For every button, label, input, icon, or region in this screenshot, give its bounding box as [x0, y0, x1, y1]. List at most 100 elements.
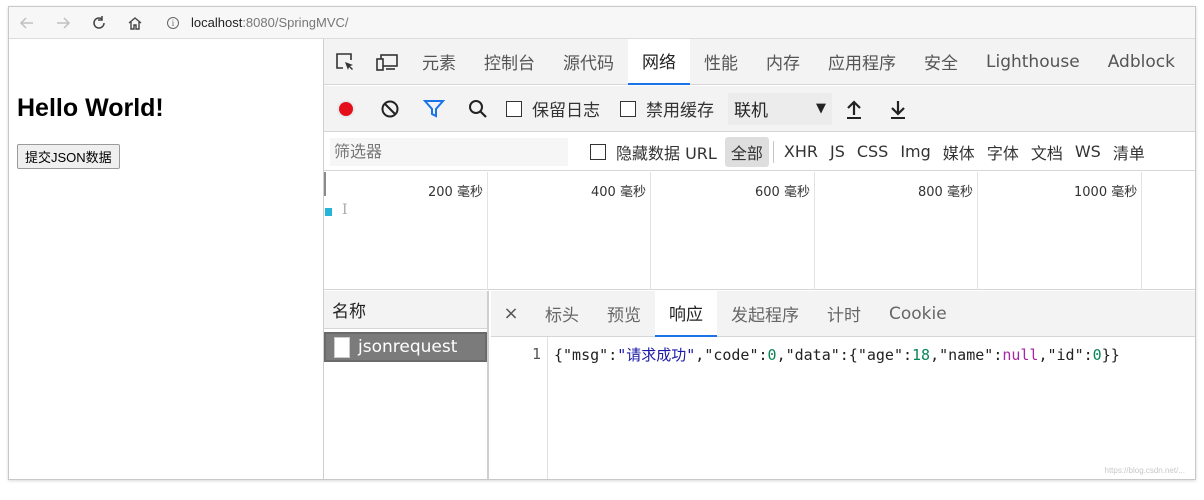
inspect-element-icon[interactable]: [324, 39, 366, 85]
filter-type-manifest[interactable]: 清单: [1107, 137, 1151, 167]
json-key: "id": [1047, 346, 1084, 364]
json-key: "msg": [563, 346, 609, 364]
json-punct: :: [1083, 346, 1093, 364]
tab-application[interactable]: 应用程序: [814, 39, 910, 85]
address-bar: i localhost:8080/SpringMVC/: [9, 7, 1195, 39]
filter-type-ws[interactable]: WS: [1069, 137, 1107, 167]
clear-icon[interactable]: [368, 86, 412, 132]
tab-lighthouse[interactable]: Lighthouse: [972, 39, 1094, 85]
json-key: "name": [939, 346, 994, 364]
name-column-header[interactable]: 名称: [324, 291, 487, 329]
devtools-panel: 元素 控制台 源代码 网络 性能 内存 应用程序 安全 Lighthouse A…: [323, 38, 1195, 479]
tab-headers[interactable]: 标头: [531, 291, 593, 337]
tab-response[interactable]: 响应: [655, 290, 717, 337]
browser-window: i localhost:8080/SpringMVC/ Hello World!…: [8, 6, 1196, 480]
import-har-icon[interactable]: [832, 86, 876, 132]
preserve-log-checkbox[interactable]: 保留日志: [500, 96, 600, 121]
json-punct: ,: [776, 346, 786, 364]
search-icon[interactable]: [456, 86, 500, 132]
url-host: localhost: [191, 15, 243, 30]
filter-input[interactable]: [330, 137, 568, 166]
json-punct: :{: [839, 346, 858, 364]
info-icon[interactable]: i: [167, 16, 179, 29]
url-path: :8080/SpringMVC/: [242, 15, 349, 30]
filter-type-css[interactable]: CSS: [851, 137, 894, 167]
page-content: Hello World! 提交JSON数据: [9, 39, 323, 479]
tab-performance[interactable]: 性能: [690, 39, 752, 85]
export-har-icon[interactable]: [876, 86, 920, 132]
request-list: 名称 jsonrequest: [324, 291, 489, 479]
filter-type-js[interactable]: JS: [824, 137, 851, 167]
response-body[interactable]: 1 {"msg":"请求成功","code":0,"data":{"age":1…: [491, 337, 1195, 479]
line-gutter: 1: [491, 337, 548, 479]
chevron-down-icon: ▼: [816, 101, 826, 116]
json-null-value: null: [1002, 346, 1039, 364]
forward-icon[interactable]: [45, 7, 81, 39]
filter-type-img[interactable]: Img: [894, 137, 936, 167]
filter-icon[interactable]: [412, 86, 456, 132]
overview-tick-label: 1000 毫秒: [1074, 185, 1138, 200]
back-icon[interactable]: [9, 7, 45, 39]
throttling-select[interactable]: 联机 ▼: [728, 92, 832, 125]
checkbox-box[interactable]: [506, 100, 522, 117]
line-number: 1: [531, 345, 541, 363]
checkbox-box[interactable]: [620, 100, 636, 117]
tab-cookie[interactable]: Cookie: [875, 291, 961, 337]
watermark: https://blog.csdn.net/...: [1104, 466, 1186, 475]
request-row[interactable]: jsonrequest: [324, 332, 487, 362]
filter-type-all[interactable]: 全部: [724, 136, 769, 167]
url-field[interactable]: i localhost:8080/SpringMVC/: [167, 15, 349, 30]
record-icon[interactable]: [324, 86, 368, 132]
tab-adblock[interactable]: Adblock: [1094, 39, 1189, 85]
tab-sources[interactable]: 源代码: [549, 39, 628, 85]
json-punct: :: [758, 346, 768, 364]
filter-type-xhr[interactable]: XHR: [778, 137, 824, 167]
submit-json-button[interactable]: 提交JSON数据: [17, 144, 120, 169]
overview-gridline: [977, 172, 978, 290]
filter-type-doc[interactable]: 文档: [1025, 137, 1069, 167]
json-punct: :: [993, 346, 1003, 364]
json-key: "code": [704, 346, 759, 364]
filter-type-font[interactable]: 字体: [981, 137, 1025, 167]
network-toolbar: 保留日志 禁用缓存 联机 ▼: [324, 86, 1195, 132]
json-string-value: "请求成功": [617, 346, 696, 364]
detail-tabbar: × 标头 预览 响应 发起程序 计时 Cookie: [491, 290, 1195, 337]
checkbox-box[interactable]: [590, 143, 606, 160]
filter-bar: 隐藏数据 URL 全部 XHR JS CSS Img 媒体 字体 文档 WS 清…: [324, 133, 1195, 171]
overview-gridline: [1141, 172, 1142, 290]
hide-data-urls-checkbox[interactable]: 隐藏数据 URL: [584, 140, 717, 164]
json-punct: ,: [930, 346, 940, 364]
tab-timing[interactable]: 计时: [813, 291, 875, 337]
waterfall-bar: [325, 208, 332, 216]
network-overview[interactable]: 200 毫秒 400 毫秒 600 毫秒 800 毫秒 1000 毫秒 I: [324, 172, 1195, 290]
divider: [772, 140, 774, 163]
tab-network[interactable]: 网络: [628, 38, 690, 85]
tab-security[interactable]: 安全: [910, 39, 972, 85]
disable-cache-label: 禁用缓存: [646, 101, 714, 121]
disable-cache-checkbox[interactable]: 禁用缓存: [614, 96, 714, 121]
reload-icon[interactable]: [81, 7, 117, 39]
filter-type-media[interactable]: 媒体: [937, 137, 981, 167]
close-icon[interactable]: ×: [491, 303, 531, 324]
overview-tick-label: 600 毫秒: [755, 185, 810, 200]
tab-memory[interactable]: 内存: [752, 39, 814, 85]
tab-preview[interactable]: 预览: [593, 291, 655, 337]
tab-console[interactable]: 控制台: [470, 39, 549, 85]
overview-gridline: [814, 172, 815, 290]
device-toolbar-icon[interactable]: [366, 39, 408, 85]
home-icon[interactable]: [117, 7, 153, 39]
json-key: "data": [785, 346, 840, 364]
page-heading: Hello World!: [17, 94, 164, 122]
overview-tick-label: 400 毫秒: [591, 185, 646, 200]
document-icon: [334, 336, 350, 358]
text-cursor-icon: I: [342, 202, 348, 218]
json-punct: :: [608, 346, 618, 364]
response-json: {"msg":"请求成功","code":0,"data":{"age":18,…: [554, 344, 1120, 365]
json-number-value: 0: [1092, 346, 1102, 364]
request-detail: × 标头 预览 响应 发起程序 计时 Cookie 1 {"msg":"请求成功…: [491, 290, 1195, 479]
overview-tick-label: 200 毫秒: [428, 185, 483, 200]
preserve-log-label: 保留日志: [532, 101, 600, 121]
overview-window-handle[interactable]: [324, 172, 326, 196]
tab-elements[interactable]: 元素: [408, 39, 470, 85]
tab-initiator[interactable]: 发起程序: [717, 291, 813, 337]
